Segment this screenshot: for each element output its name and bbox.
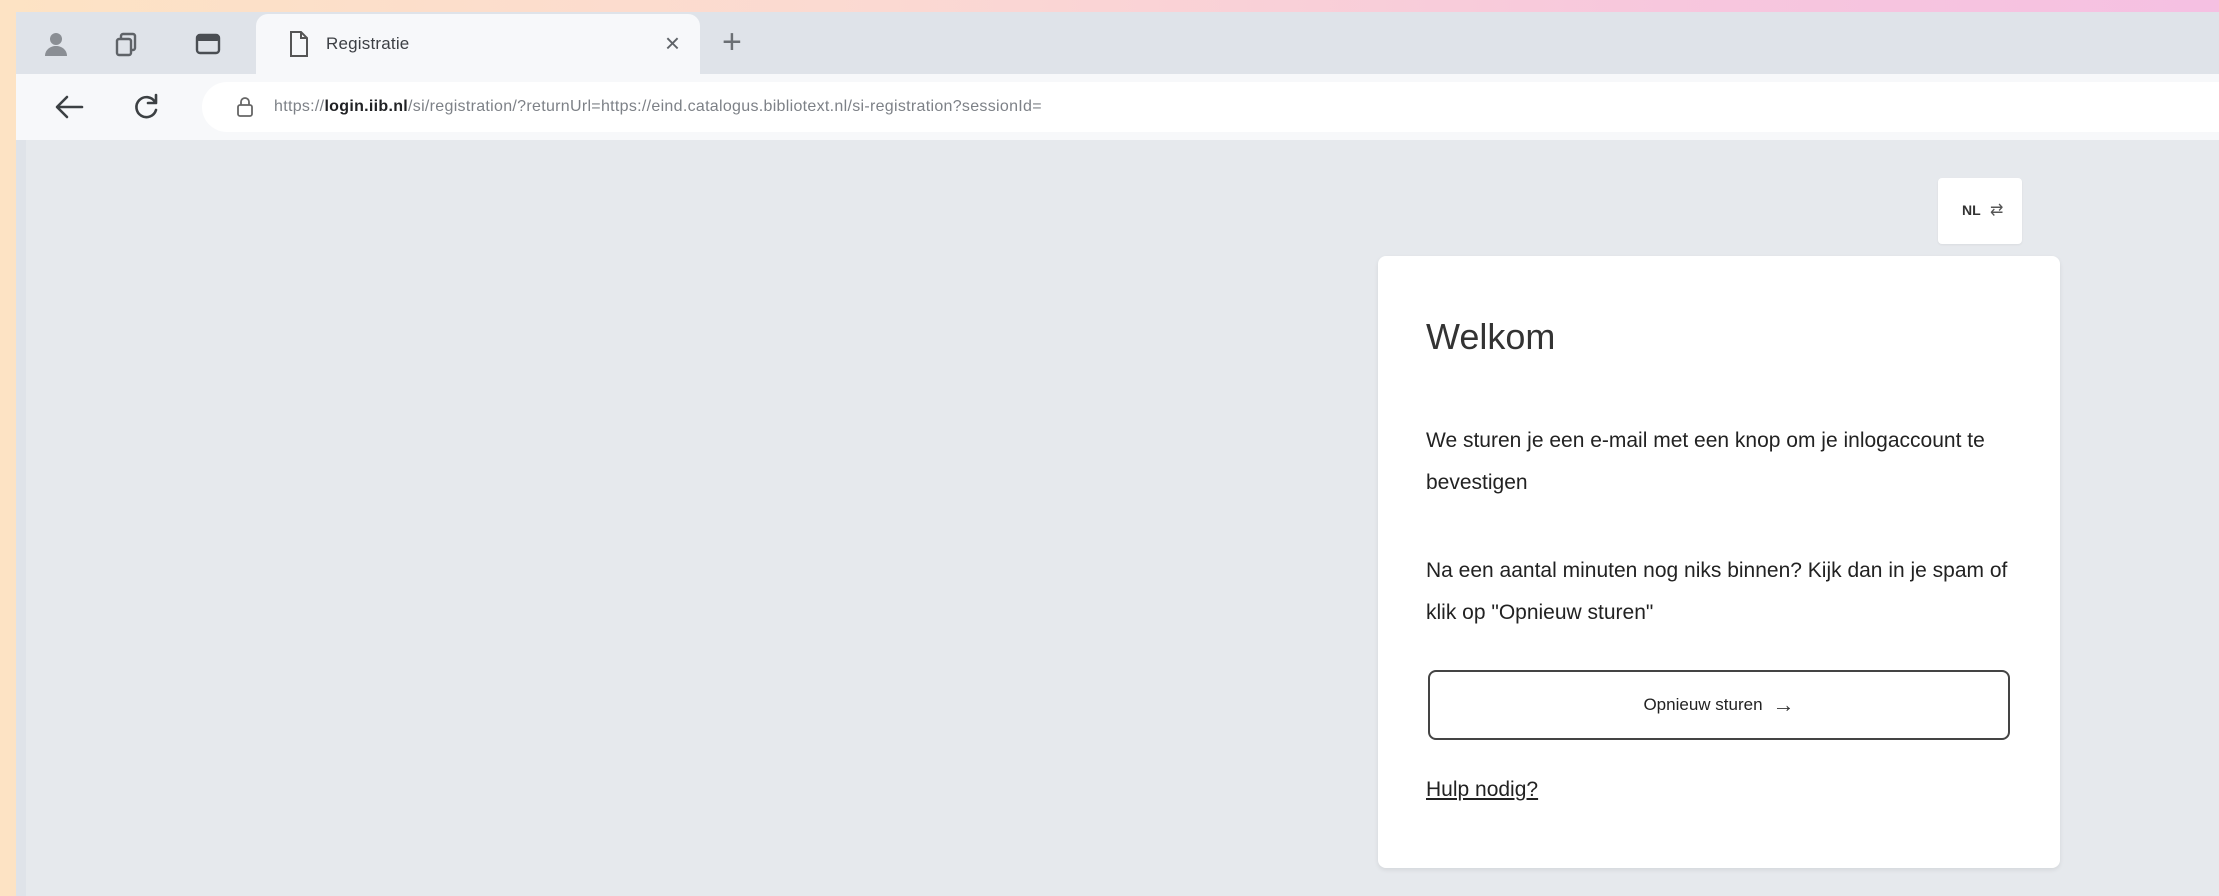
url-host: login.iib.nl [324,98,409,115]
tab-close-icon[interactable]: × [665,28,680,58]
email-info-text: We sturen je een e-mail met een knop om … [1426,429,1985,494]
site-info-icon[interactable] [236,96,254,118]
address-bar[interactable]: https://login.iib.nl/si/registration/?re… [202,82,2219,132]
reload-icon[interactable] [130,90,162,122]
workspaces-icon[interactable] [112,28,144,60]
url-text[interactable]: https://login.iib.nl/si/registration/?re… [274,98,1042,116]
swap-icon: ⇄ [1990,202,2004,219]
tab-actions-icon[interactable] [192,28,224,60]
url-prefix: https:// [274,98,325,115]
new-tab-icon[interactable]: + [722,24,742,60]
resend-label: Opnieuw sturen [1643,695,1763,714]
arrow-right-icon: → [1772,692,1795,717]
welcome-card: Welkom We sturen je een e-mail met een k… [1378,256,2060,868]
browser-toolbar: https://login.iib.nl/si/registration/?re… [16,74,2219,140]
help-link[interactable]: Hulp nodig? [1426,778,1538,802]
language-switcher[interactable]: NL ⇄ [1938,178,2022,244]
tab-strip: Registratie × + [16,12,2219,74]
url-path: /si/registration/?returnUrl=https://eind… [408,98,1042,115]
back-arrow-icon[interactable] [52,92,86,122]
tab-title: Registratie [326,34,410,53]
language-code: NL [1962,202,1981,218]
tab-registratie[interactable]: Registratie × [256,14,700,74]
spam-hint-text: Na een aantal minuten nog niks binnen? K… [1426,559,2008,624]
resend-button[interactable]: Opnieuw sturen → [1428,670,2010,740]
page-icon [290,31,308,57]
profile-icon[interactable] [40,28,72,60]
card-title: Welkom [1426,316,1556,357]
